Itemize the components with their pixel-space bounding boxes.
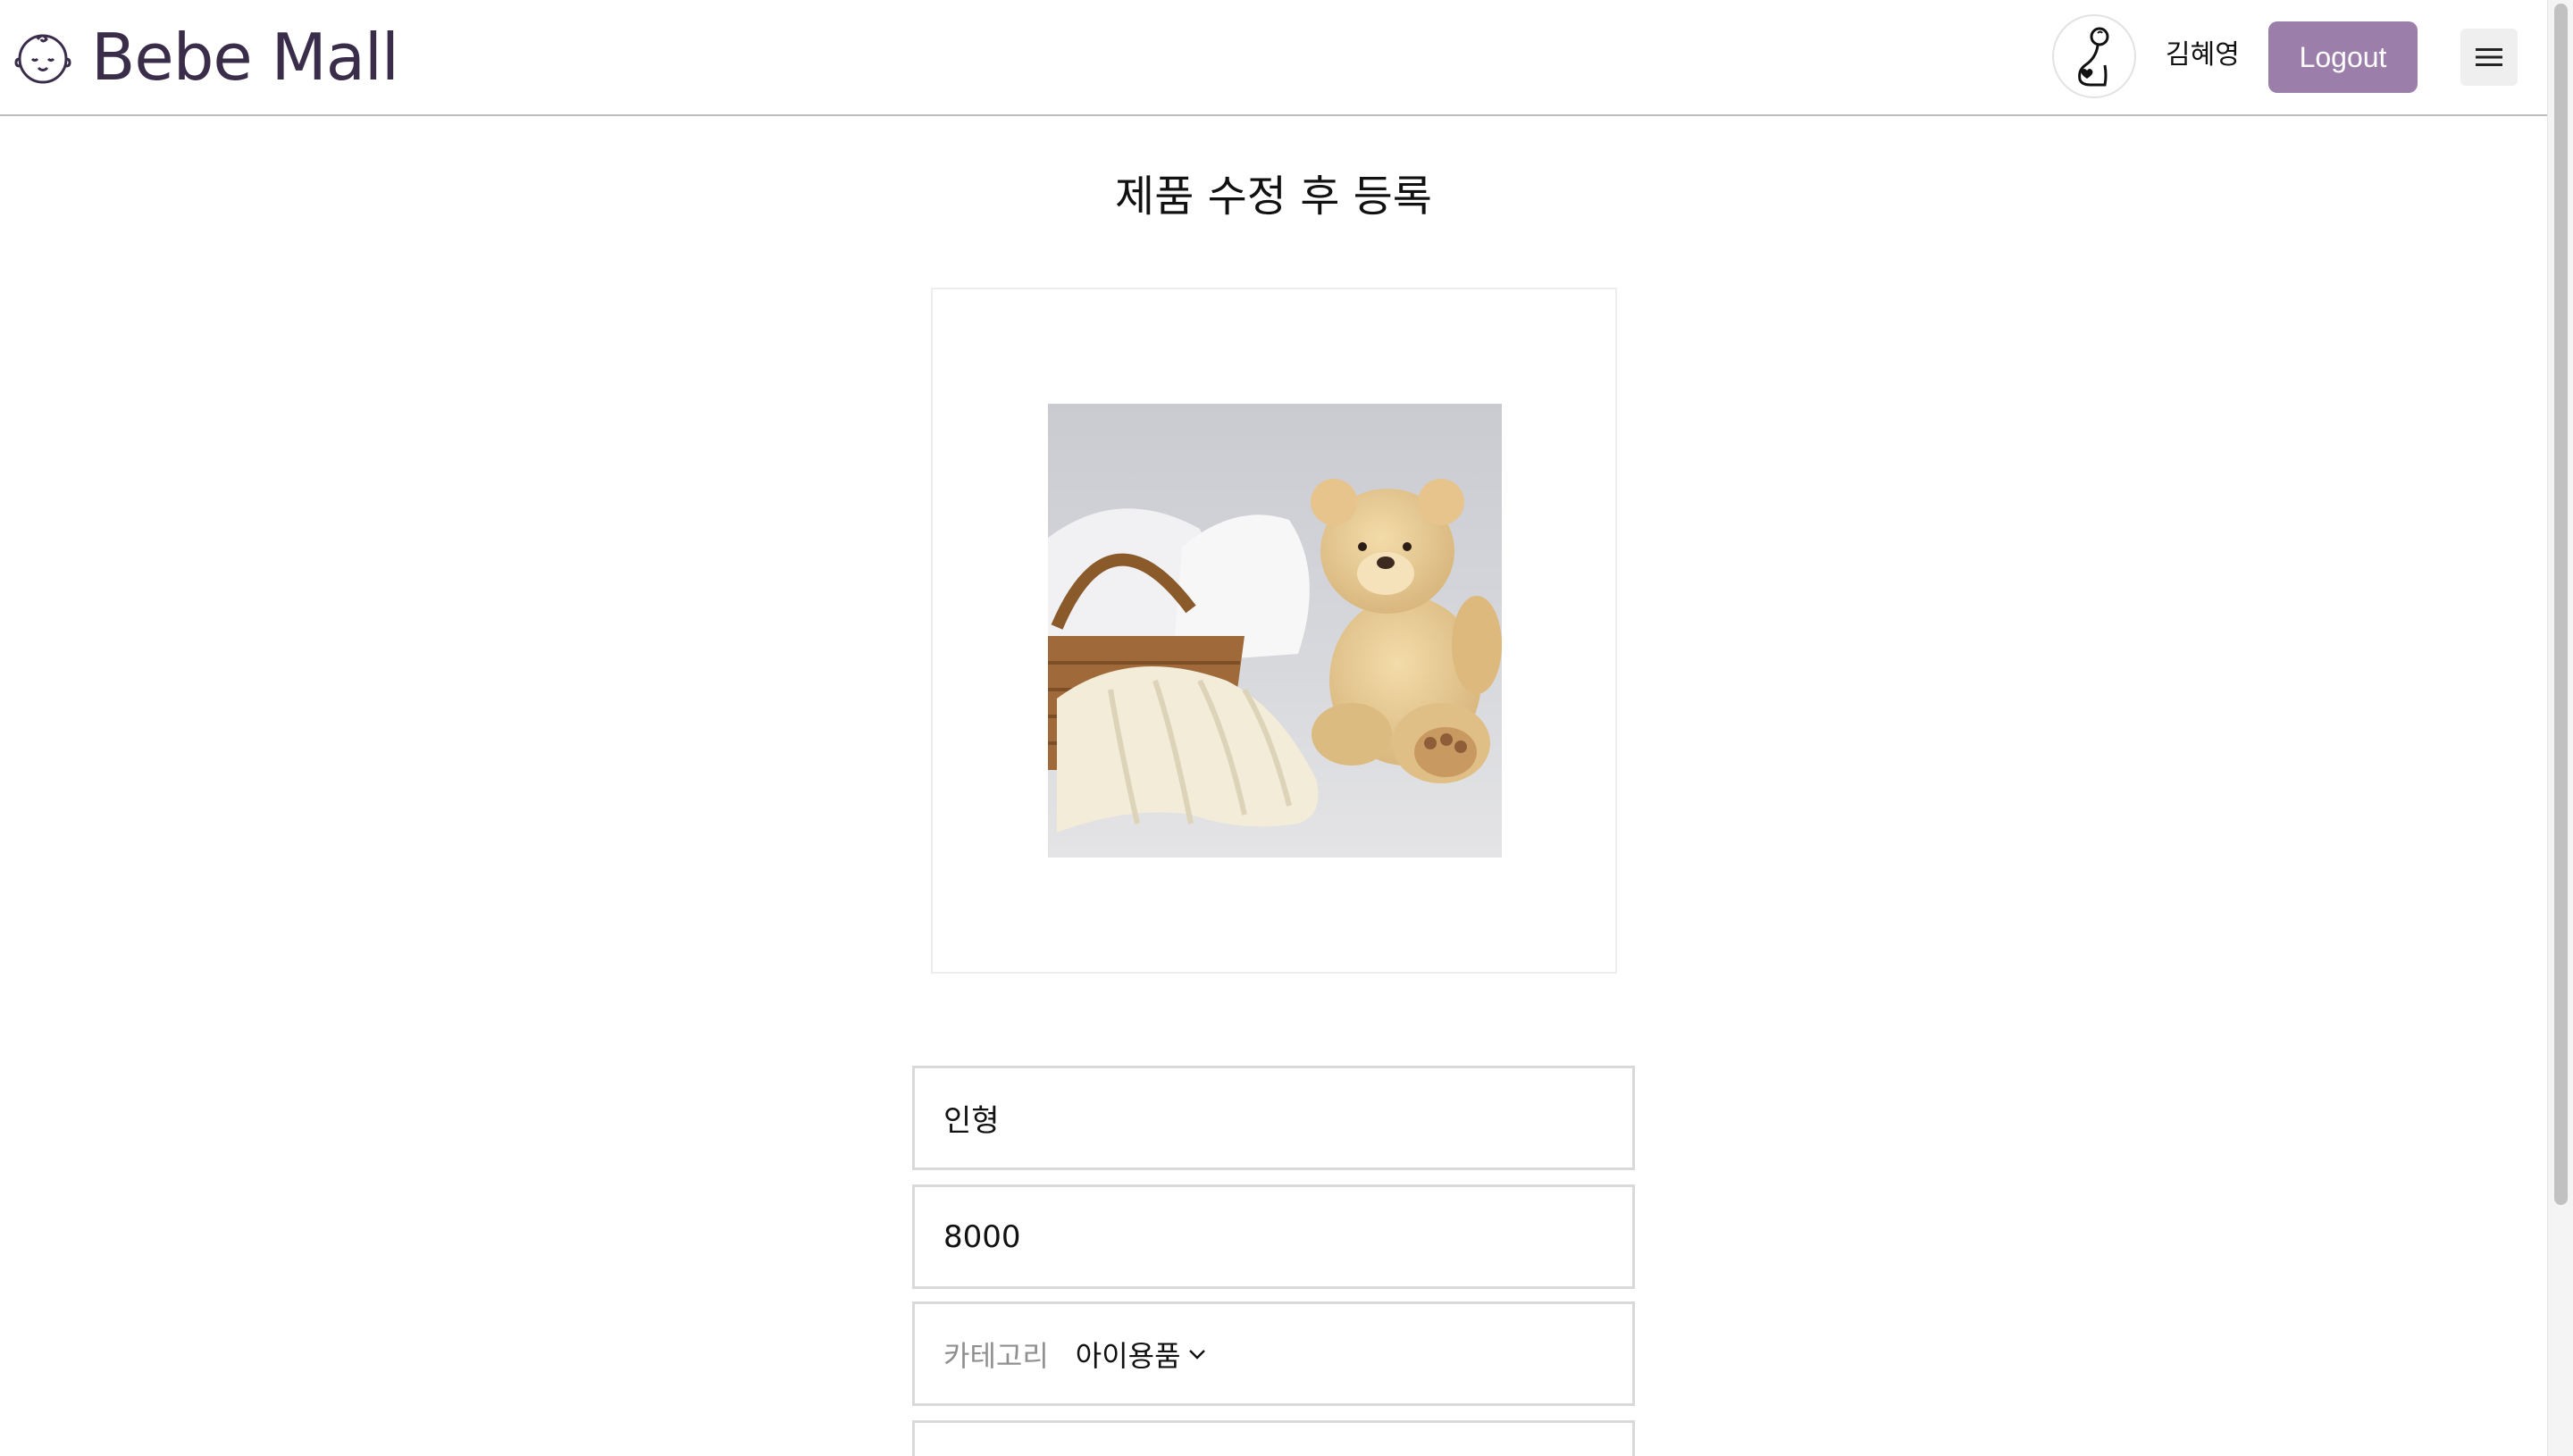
description-input[interactable] [912, 1420, 1635, 1456]
avatar[interactable] [2052, 14, 2136, 98]
brand-logo[interactable]: Bebe Mall [14, 20, 399, 95]
top-navbar: Bebe Mall 김혜영 Logout [0, 0, 2547, 116]
logout-button[interactable]: Logout [2268, 21, 2418, 93]
image-upload-area[interactable] [931, 288, 1617, 974]
category-value: 아이용품 [1075, 1338, 1181, 1373]
page: Bebe Mall 김혜영 Logout 제품 수정 후 등록 인형 8000 … [0, 0, 2573, 1456]
category-label: 카테고리 [943, 1338, 1049, 1373]
product-price-value: 8000 [943, 1218, 1021, 1255]
hamburger-icon [2476, 48, 2502, 66]
chevron-down-icon [1188, 1349, 1205, 1360]
baby-profile-icon [2078, 27, 2109, 87]
baby-face-icon [14, 34, 71, 84]
category-field: 카테고리 아이용품 [912, 1301, 1635, 1406]
category-select[interactable]: 아이용품 [1076, 1334, 1206, 1375]
product-price-input[interactable]: 8000 [912, 1184, 1635, 1289]
product-name-input[interactable]: 인형 [912, 1066, 1635, 1170]
page-title: 제품 수정 후 등록 [1115, 172, 1432, 222]
username: 김혜영 [2166, 39, 2240, 71]
scrollbar-thumb[interactable] [2554, 4, 2568, 1205]
brand-name: Bebe Mall [91, 20, 399, 95]
product-name-value: 인형 [943, 1103, 1000, 1139]
scrollbar[interactable] [2547, 0, 2573, 1456]
product-image [1048, 404, 1502, 858]
menu-button[interactable] [2460, 29, 2518, 86]
